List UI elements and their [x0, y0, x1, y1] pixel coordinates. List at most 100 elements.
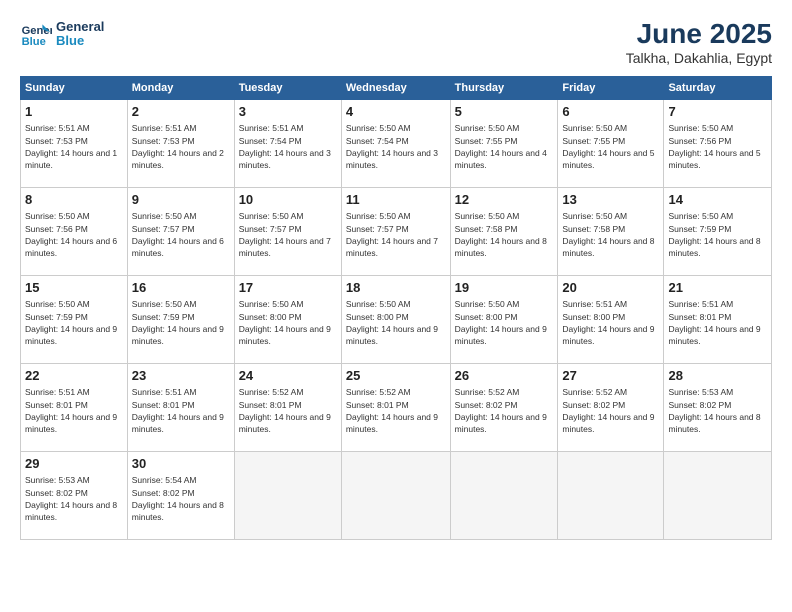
calendar-cell: 7Sunrise: 5:50 AMSunset: 7:56 PMDaylight… [664, 100, 772, 188]
day-detail: Sunrise: 5:50 AMSunset: 7:57 PMDaylight:… [239, 210, 337, 259]
day-number: 9 [132, 191, 230, 209]
day-detail: Sunrise: 5:50 AMSunset: 7:55 PMDaylight:… [562, 122, 659, 171]
day-number: 16 [132, 279, 230, 297]
calendar-cell: 2Sunrise: 5:51 AMSunset: 7:53 PMDaylight… [127, 100, 234, 188]
day-detail: Sunrise: 5:51 AMSunset: 8:01 PMDaylight:… [132, 386, 230, 435]
day-detail: Sunrise: 5:52 AMSunset: 8:02 PMDaylight:… [562, 386, 659, 435]
weekday-header-saturday: Saturday [664, 77, 772, 100]
weekday-header-tuesday: Tuesday [234, 77, 341, 100]
logo-line1: General [56, 20, 104, 34]
day-number: 15 [25, 279, 123, 297]
day-detail: Sunrise: 5:50 AMSunset: 7:57 PMDaylight:… [346, 210, 446, 259]
calendar-cell: 6Sunrise: 5:50 AMSunset: 7:55 PMDaylight… [558, 100, 664, 188]
day-detail: Sunrise: 5:52 AMSunset: 8:02 PMDaylight:… [455, 386, 554, 435]
day-detail: Sunrise: 5:50 AMSunset: 8:00 PMDaylight:… [239, 298, 337, 347]
calendar-cell: 23Sunrise: 5:51 AMSunset: 8:01 PMDayligh… [127, 364, 234, 452]
calendar-cell: 25Sunrise: 5:52 AMSunset: 8:01 PMDayligh… [341, 364, 450, 452]
calendar-cell: 12Sunrise: 5:50 AMSunset: 7:58 PMDayligh… [450, 188, 558, 276]
calendar-week-4: 22Sunrise: 5:51 AMSunset: 8:01 PMDayligh… [21, 364, 772, 452]
day-number: 1 [25, 103, 123, 121]
day-number: 2 [132, 103, 230, 121]
day-number: 21 [668, 279, 767, 297]
page-header: General Blue General Blue June 2025 Talk… [20, 18, 772, 66]
calendar-week-2: 8Sunrise: 5:50 AMSunset: 7:56 PMDaylight… [21, 188, 772, 276]
day-number: 30 [132, 455, 230, 473]
day-detail: Sunrise: 5:51 AMSunset: 7:53 PMDaylight:… [25, 122, 123, 171]
calendar-cell: 22Sunrise: 5:51 AMSunset: 8:01 PMDayligh… [21, 364, 128, 452]
calendar-cell: 8Sunrise: 5:50 AMSunset: 7:56 PMDaylight… [21, 188, 128, 276]
day-detail: Sunrise: 5:51 AMSunset: 8:00 PMDaylight:… [562, 298, 659, 347]
weekday-header-thursday: Thursday [450, 77, 558, 100]
day-number: 4 [346, 103, 446, 121]
day-detail: Sunrise: 5:51 AMSunset: 7:53 PMDaylight:… [132, 122, 230, 171]
calendar-cell [558, 452, 664, 540]
day-detail: Sunrise: 5:50 AMSunset: 7:56 PMDaylight:… [25, 210, 123, 259]
day-number: 13 [562, 191, 659, 209]
logo: General Blue General Blue [20, 18, 104, 50]
calendar-week-1: 1Sunrise: 5:51 AMSunset: 7:53 PMDaylight… [21, 100, 772, 188]
day-number: 23 [132, 367, 230, 385]
calendar-cell: 11Sunrise: 5:50 AMSunset: 7:57 PMDayligh… [341, 188, 450, 276]
title-block: June 2025 Talkha, Dakahlia, Egypt [626, 18, 772, 66]
calendar-cell: 26Sunrise: 5:52 AMSunset: 8:02 PMDayligh… [450, 364, 558, 452]
calendar-cell [234, 452, 341, 540]
logo-line2: Blue [56, 34, 104, 48]
calendar-cell: 30Sunrise: 5:54 AMSunset: 8:02 PMDayligh… [127, 452, 234, 540]
day-detail: Sunrise: 5:52 AMSunset: 8:01 PMDaylight:… [239, 386, 337, 435]
day-detail: Sunrise: 5:50 AMSunset: 7:58 PMDaylight:… [562, 210, 659, 259]
calendar-cell [664, 452, 772, 540]
day-detail: Sunrise: 5:50 AMSunset: 7:54 PMDaylight:… [346, 122, 446, 171]
day-number: 26 [455, 367, 554, 385]
calendar-week-3: 15Sunrise: 5:50 AMSunset: 7:59 PMDayligh… [21, 276, 772, 364]
calendar-cell: 28Sunrise: 5:53 AMSunset: 8:02 PMDayligh… [664, 364, 772, 452]
day-detail: Sunrise: 5:50 AMSunset: 7:55 PMDaylight:… [455, 122, 554, 171]
day-number: 19 [455, 279, 554, 297]
calendar-cell: 19Sunrise: 5:50 AMSunset: 8:00 PMDayligh… [450, 276, 558, 364]
day-number: 8 [25, 191, 123, 209]
calendar-cell: 27Sunrise: 5:52 AMSunset: 8:02 PMDayligh… [558, 364, 664, 452]
day-number: 6 [562, 103, 659, 121]
calendar-cell: 14Sunrise: 5:50 AMSunset: 7:59 PMDayligh… [664, 188, 772, 276]
day-detail: Sunrise: 5:50 AMSunset: 7:59 PMDaylight:… [25, 298, 123, 347]
day-detail: Sunrise: 5:50 AMSunset: 7:59 PMDaylight:… [668, 210, 767, 259]
day-detail: Sunrise: 5:51 AMSunset: 8:01 PMDaylight:… [25, 386, 123, 435]
day-number: 29 [25, 455, 123, 473]
day-detail: Sunrise: 5:54 AMSunset: 8:02 PMDaylight:… [132, 474, 230, 523]
calendar-cell: 24Sunrise: 5:52 AMSunset: 8:01 PMDayligh… [234, 364, 341, 452]
calendar-cell: 29Sunrise: 5:53 AMSunset: 8:02 PMDayligh… [21, 452, 128, 540]
day-detail: Sunrise: 5:52 AMSunset: 8:01 PMDaylight:… [346, 386, 446, 435]
day-number: 20 [562, 279, 659, 297]
day-detail: Sunrise: 5:51 AMSunset: 8:01 PMDaylight:… [668, 298, 767, 347]
day-detail: Sunrise: 5:51 AMSunset: 7:54 PMDaylight:… [239, 122, 337, 171]
svg-text:Blue: Blue [22, 36, 46, 48]
weekday-header-monday: Monday [127, 77, 234, 100]
calendar-cell [341, 452, 450, 540]
calendar-cell: 13Sunrise: 5:50 AMSunset: 7:58 PMDayligh… [558, 188, 664, 276]
calendar-cell: 5Sunrise: 5:50 AMSunset: 7:55 PMDaylight… [450, 100, 558, 188]
day-detail: Sunrise: 5:53 AMSunset: 8:02 PMDaylight:… [25, 474, 123, 523]
day-detail: Sunrise: 5:50 AMSunset: 8:00 PMDaylight:… [346, 298, 446, 347]
calendar-cell: 4Sunrise: 5:50 AMSunset: 7:54 PMDaylight… [341, 100, 450, 188]
subtitle: Talkha, Dakahlia, Egypt [626, 50, 772, 66]
weekday-header-wednesday: Wednesday [341, 77, 450, 100]
day-number: 25 [346, 367, 446, 385]
day-number: 10 [239, 191, 337, 209]
day-number: 24 [239, 367, 337, 385]
day-number: 27 [562, 367, 659, 385]
logo-icon: General Blue [20, 18, 52, 50]
calendar-cell: 3Sunrise: 5:51 AMSunset: 7:54 PMDaylight… [234, 100, 341, 188]
day-detail: Sunrise: 5:50 AMSunset: 7:58 PMDaylight:… [455, 210, 554, 259]
day-detail: Sunrise: 5:53 AMSunset: 8:02 PMDaylight:… [668, 386, 767, 435]
calendar-cell: 9Sunrise: 5:50 AMSunset: 7:57 PMDaylight… [127, 188, 234, 276]
calendar-cell: 17Sunrise: 5:50 AMSunset: 8:00 PMDayligh… [234, 276, 341, 364]
day-detail: Sunrise: 5:50 AMSunset: 7:57 PMDaylight:… [132, 210, 230, 259]
calendar: SundayMondayTuesdayWednesdayThursdayFrid… [20, 76, 772, 540]
calendar-cell [450, 452, 558, 540]
calendar-cell: 10Sunrise: 5:50 AMSunset: 7:57 PMDayligh… [234, 188, 341, 276]
calendar-cell: 18Sunrise: 5:50 AMSunset: 8:00 PMDayligh… [341, 276, 450, 364]
weekday-header-friday: Friday [558, 77, 664, 100]
day-number: 11 [346, 191, 446, 209]
weekday-header-sunday: Sunday [21, 77, 128, 100]
day-number: 3 [239, 103, 337, 121]
day-number: 12 [455, 191, 554, 209]
